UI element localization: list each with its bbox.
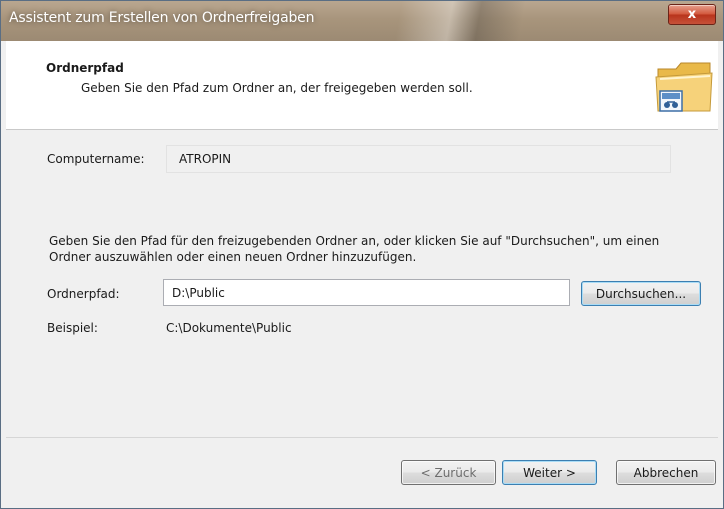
next-button[interactable]: Weiter >: [502, 460, 597, 485]
wizard-window: Assistent zum Erstellen von Ordnerfreiga…: [0, 0, 724, 509]
close-icon: x: [687, 7, 697, 22]
wizard-footer: < Zurück Weiter > Abbrechen: [6, 437, 718, 498]
page-subtitle: Geben Sie den Pfad zum Ordner an, der fr…: [81, 81, 473, 95]
close-button[interactable]: x: [668, 4, 716, 25]
computer-name-label: Computername:: [47, 152, 145, 166]
browse-button[interactable]: Durchsuchen...: [581, 281, 701, 306]
back-button[interactable]: < Zurück: [401, 460, 496, 485]
folder-path-label: Ordnerpfad:: [47, 287, 120, 301]
title-bar[interactable]: Assistent zum Erstellen von Ordnerfreiga…: [1, 1, 723, 41]
wizard-body: Computername: ATROPIN Geben Sie den Pfad…: [6, 130, 718, 436]
page-title: Ordnerpfad: [46, 61, 124, 75]
instruction-text: Geben Sie den Pfad für den freizugebende…: [49, 234, 660, 264]
wizard-header: Ordnerpfad Geben Sie den Pfad zum Ordner…: [6, 41, 718, 130]
example-value: C:\Dokumente\Public: [166, 321, 292, 335]
cancel-button[interactable]: Abbrechen: [616, 460, 716, 485]
folder-path-input[interactable]: [163, 279, 570, 306]
folder-icon: [655, 62, 713, 112]
computer-name-value: ATROPIN: [179, 152, 232, 166]
computer-name-field: ATROPIN: [166, 145, 671, 173]
example-label: Beispiel:: [47, 321, 98, 335]
window-title: Assistent zum Erstellen von Ordnerfreiga…: [9, 10, 315, 26]
